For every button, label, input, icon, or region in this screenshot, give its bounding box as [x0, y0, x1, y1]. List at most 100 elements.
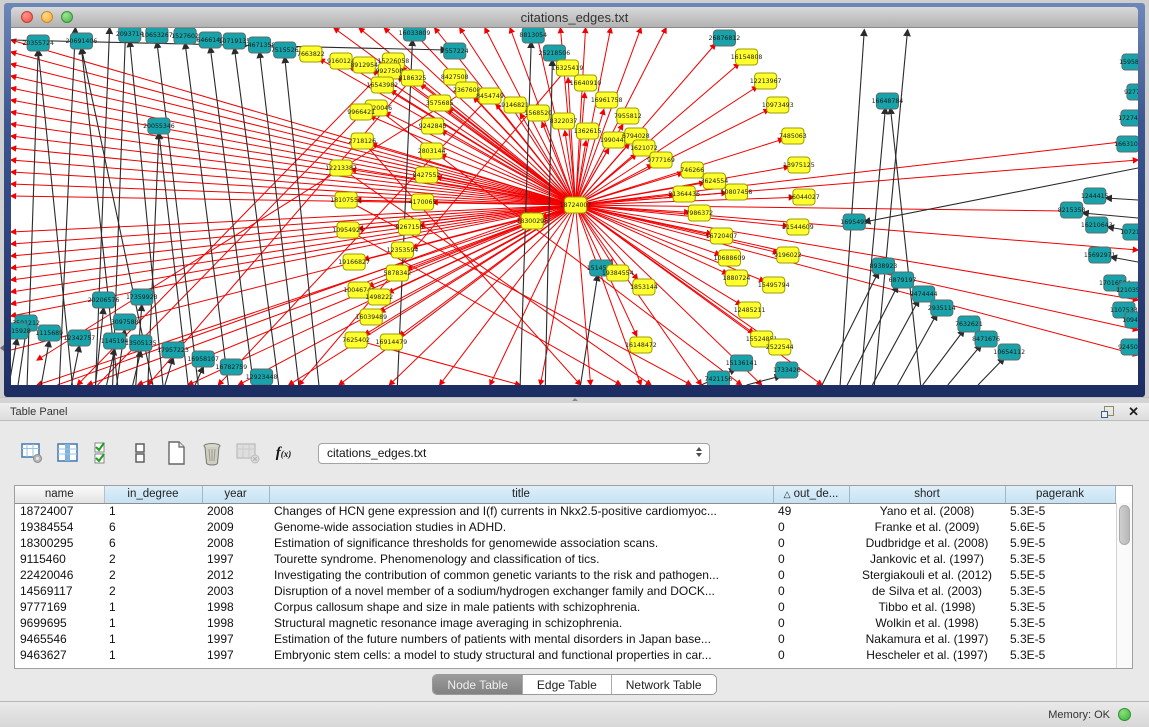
- graph-node[interactable]: 7625402: [342, 332, 370, 348]
- graph-node[interactable]: 2718126: [348, 133, 376, 149]
- table-cell[interactable]: 0: [773, 647, 849, 663]
- close-window-button[interactable]: [21, 11, 33, 23]
- table-cell[interactable]: Franke et al. (2009): [849, 519, 1005, 535]
- graph-node[interactable]: 1568520: [524, 105, 552, 121]
- table-cell[interactable]: Nakamura et al. (1997): [849, 631, 1005, 647]
- table-row[interactable]: 1456911722003Disruption of a novel membe…: [15, 583, 1115, 599]
- graph-node[interactable]: 1072103: [1120, 224, 1138, 240]
- table-cell[interactable]: 1998: [202, 599, 269, 615]
- zoom-window-button[interactable]: [61, 11, 73, 23]
- table-cell[interactable]: 9465546: [15, 631, 104, 647]
- table-cell[interactable]: 0: [773, 631, 849, 647]
- new-document-icon[interactable]: [162, 440, 189, 467]
- table-cell[interactable]: 14569117: [15, 583, 104, 599]
- graph-node[interactable]: 16914479: [376, 334, 408, 350]
- graph-node[interactable]: 10654112: [993, 344, 1025, 360]
- table-cell[interactable]: Hescheler et al. (1997): [849, 647, 1005, 663]
- splitter-grip-icon[interactable]: [571, 398, 580, 403]
- graph-node[interactable]: 1853144: [630, 279, 658, 295]
- tab-node-table[interactable]: Node Table: [433, 675, 522, 694]
- table-cell[interactable]: 5.3E-5: [1005, 503, 1115, 519]
- graph-node[interactable]: 8186325: [399, 70, 427, 86]
- graph-node[interactable]: 2803144: [418, 143, 446, 159]
- close-panel-icon[interactable]: ✕: [1128, 406, 1139, 418]
- graph-node[interactable]: 10807458: [721, 184, 753, 200]
- column-header-pagerank[interactable]: pagerank: [1005, 486, 1115, 503]
- table-scrollbar[interactable]: [1116, 503, 1132, 668]
- graph-node[interactable]: 16033809: [399, 28, 431, 41]
- table-cell[interactable]: 2009: [202, 519, 269, 535]
- graph-node[interactable]: 1727435: [1118, 110, 1138, 126]
- table-cell[interactable]: 5.3E-5: [1005, 647, 1115, 663]
- graph-node[interactable]: 16039489: [355, 309, 387, 325]
- graph-node[interactable]: 9966421: [347, 104, 375, 120]
- graph-node[interactable]: 16148472: [625, 337, 657, 353]
- graph-node[interactable]: 16961758: [591, 92, 623, 108]
- graph-node[interactable]: 10688609: [714, 250, 746, 266]
- horizontal-splitter[interactable]: [0, 397, 1149, 403]
- graph-node[interactable]: 2522544: [766, 339, 794, 355]
- graph-node[interactable]: 1663103: [1114, 136, 1138, 152]
- graph-node[interactable]: 9245012: [1118, 339, 1138, 355]
- table-row[interactable]: 969969511998Structural magnetic resonanc…: [15, 615, 1115, 631]
- graph-node[interactable]: 8215358: [1058, 202, 1086, 218]
- graph-node[interactable]: 17957223: [157, 342, 189, 358]
- graph-node[interactable]: 26876812: [709, 30, 741, 46]
- graph-node[interactable]: 12923448: [246, 369, 278, 385]
- table-row[interactable]: 1830029562008Estimation of significance …: [15, 535, 1115, 551]
- graph-node[interactable]: 16044027: [788, 189, 820, 205]
- graph-node[interactable]: 10973493: [762, 97, 794, 113]
- table-row[interactable]: 911546021997Tourette syndrome. Phenomeno…: [15, 551, 1115, 567]
- graph-node[interactable]: 4170065: [409, 194, 437, 210]
- graph-node[interactable]: 10954925: [332, 222, 364, 238]
- graph-node[interactable]: 16640910: [570, 75, 602, 91]
- graph-node[interactable]: 9242845: [419, 118, 447, 134]
- table-cell[interactable]: 5.3E-5: [1005, 551, 1115, 567]
- float-panel-icon[interactable]: [1101, 406, 1114, 418]
- table-cell[interactable]: 6: [104, 535, 202, 551]
- table-settings-icon[interactable]: [18, 440, 45, 467]
- column-header-out_de[interactable]: △out_de...: [773, 486, 849, 503]
- graph-node[interactable]: 9196022: [774, 247, 802, 263]
- table-cell[interactable]: Estimation of the future numbers of pati…: [269, 631, 773, 647]
- trash-icon[interactable]: [198, 440, 225, 467]
- table-cell[interactable]: 1: [104, 503, 202, 519]
- graph-node[interactable]: 7515526: [271, 42, 299, 58]
- graph-node[interactable]: 16325419: [552, 60, 584, 76]
- graph-node[interactable]: 2093714: [116, 28, 144, 42]
- table-cell[interactable]: 1: [104, 599, 202, 615]
- table-select[interactable]: citations_edges.txt: [318, 443, 710, 464]
- table-row[interactable]: 2242004622012Investigating the contribut…: [15, 567, 1115, 583]
- graph-node[interactable]: 13975125: [783, 157, 815, 173]
- table-cell[interactable]: 5.3E-5: [1005, 583, 1115, 599]
- tab-edge-table[interactable]: Edge Table: [522, 675, 611, 694]
- table-cell[interactable]: 0: [773, 583, 849, 599]
- table-cell[interactable]: 0: [773, 567, 849, 583]
- graph-node[interactable]: 11544609: [782, 219, 814, 235]
- table-cell[interactable]: 9699695: [15, 615, 104, 631]
- graph-node[interactable]: 8813054: [519, 28, 547, 43]
- graph-node[interactable]: 1210354: [1116, 282, 1138, 298]
- graph-node[interactable]: 17359928: [126, 289, 158, 305]
- graph-node[interactable]: 20355724: [22, 35, 54, 51]
- table-cell[interactable]: 2008: [202, 535, 269, 551]
- table-cell[interactable]: 5.3E-5: [1005, 631, 1115, 647]
- graph-node[interactable]: 16154808: [731, 49, 763, 65]
- table-cell[interactable]: Corpus callosum shape and size in male p…: [269, 599, 773, 615]
- table-cell[interactable]: 5.6E-5: [1005, 519, 1115, 535]
- graph-node[interactable]: 8427552: [413, 167, 441, 183]
- tab-network-table[interactable]: Network Table: [611, 675, 716, 694]
- table-cell[interactable]: 9777169: [15, 599, 104, 615]
- table-cell[interactable]: 18724007: [15, 503, 104, 519]
- table-cell[interactable]: 1998: [202, 615, 269, 631]
- function-builder-icon[interactable]: f(x): [270, 440, 297, 467]
- graph-node[interactable]: 8454749: [476, 88, 504, 104]
- graph-node[interactable]: 12213387: [325, 160, 357, 176]
- table-cell[interactable]: Changes of HCN gene expression and I(f) …: [269, 503, 773, 519]
- graph-node[interactable]: 1498222: [365, 289, 393, 305]
- table-cell[interactable]: 0: [773, 519, 849, 535]
- graph-node[interactable]: 16543982: [366, 77, 398, 93]
- memory-indicator-icon[interactable]: [1118, 708, 1131, 721]
- graph-node[interactable]: 1527602: [171, 28, 199, 44]
- table-cell[interactable]: 6: [104, 519, 202, 535]
